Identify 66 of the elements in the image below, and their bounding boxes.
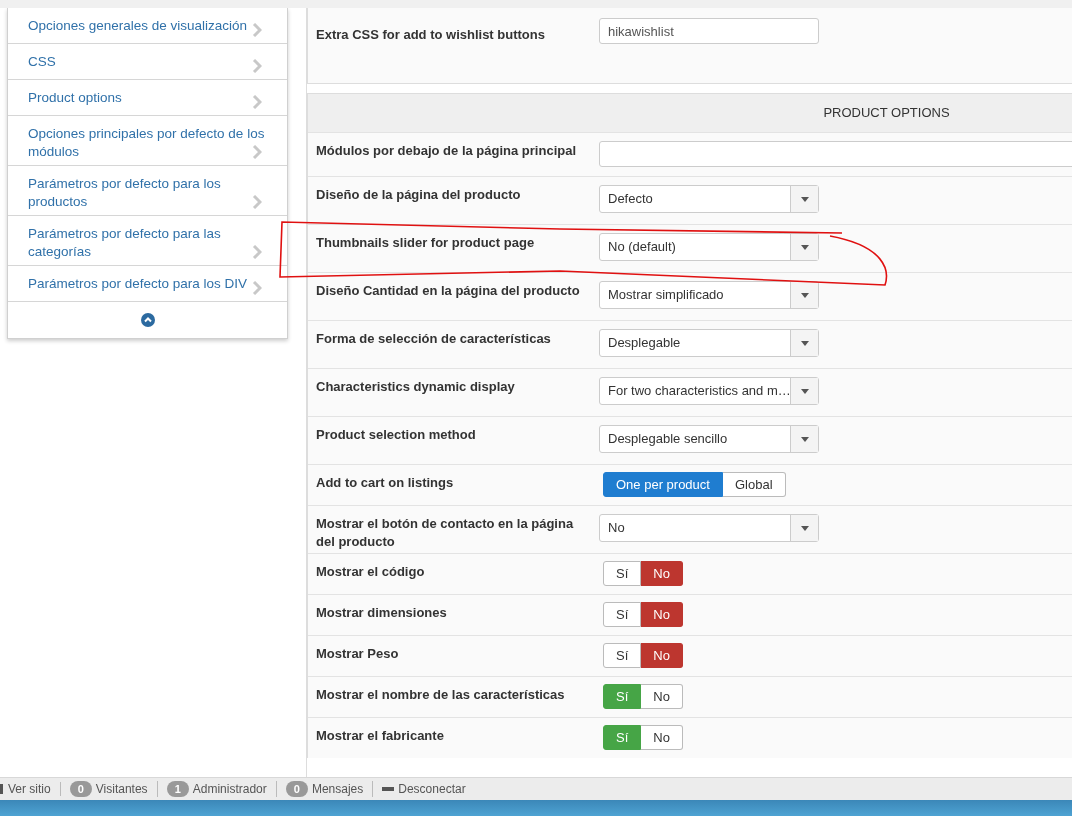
dropdown[interactable]: Mostrar simplificado	[599, 281, 819, 309]
setting-label: Forma de selección de características	[315, 330, 552, 348]
dropdown[interactable]: No (default)	[599, 233, 819, 261]
setting-label: Diseño Cantidad en la página del producto	[315, 282, 581, 300]
chevron-icon	[252, 195, 262, 209]
sidebar-item[interactable]: Opciones principales por defecto de los módulos	[8, 116, 287, 166]
toggle-option[interactable]: Sí	[603, 561, 642, 586]
setting-label: Mostrar el nombre de las características	[315, 686, 566, 704]
status-link[interactable]: Visitantes	[95, 782, 148, 796]
setting-label: Characteristics dynamic display	[315, 378, 516, 396]
minus-icon	[382, 787, 395, 791]
caret-icon	[800, 340, 809, 346]
count-badge: 1	[166, 781, 189, 797]
chevron-icon	[252, 145, 262, 159]
toggle-option[interactable]: No	[641, 725, 683, 750]
setting-label: Add to cart on listings	[315, 474, 455, 492]
chevron-icon	[252, 23, 262, 37]
toggle-option[interactable]: No	[641, 561, 683, 586]
toggle-option[interactable]: Sí	[603, 643, 642, 668]
input-field[interactable]	[599, 141, 1072, 167]
toggle-option[interactable]: No	[641, 602, 683, 627]
chevron-icon	[252, 59, 262, 73]
setting-label: Mostrar Peso	[315, 645, 400, 663]
chevron-icon	[252, 95, 262, 109]
setting-label: Módulos por debajo de la página principal	[315, 142, 578, 160]
caret-icon	[800, 388, 809, 394]
collapse-icon[interactable]	[140, 313, 155, 327]
setting-label: Mostrar dimensiones	[315, 604, 448, 622]
caret-icon	[800, 292, 809, 298]
setting-label: Extra CSS for add to wishlist buttons	[315, 26, 546, 44]
sidebar-item[interactable]: Product options	[8, 80, 287, 116]
toggle-option[interactable]: Sí	[603, 602, 642, 627]
section-title: PRODUCT OPTIONS	[823, 104, 950, 123]
caret-icon	[800, 244, 809, 250]
toggle-option[interactable]: One per product	[603, 472, 723, 497]
toggle-option[interactable]: Global	[722, 472, 786, 497]
input-field[interactable]: hikawishlist	[599, 18, 819, 44]
dropdown[interactable]: Defecto	[599, 185, 819, 213]
caret-icon	[800, 436, 809, 442]
caret-icon	[800, 196, 809, 202]
dropdown[interactable]: For two characteristics and m…	[599, 377, 819, 405]
sidebar-item[interactable]: Parámetros por defecto para los productos	[8, 166, 287, 216]
status-link[interactable]: Ver sitio	[8, 782, 51, 796]
setting-label: Mostrar el botón de contacto en la página del producto	[315, 515, 575, 551]
sidebar-item[interactable]: Parámetros por defecto para los DIV	[8, 266, 287, 302]
setting-label: Thumbnails slider for product page	[315, 234, 536, 252]
toggle-option[interactable]: No	[641, 684, 683, 709]
status-link[interactable]: Administrador	[192, 782, 267, 796]
setting-label: Product selection method	[315, 426, 477, 444]
count-badge: 0	[69, 781, 92, 797]
dropdown[interactable]: Desplegable sencillo	[599, 425, 819, 453]
toggle-option[interactable]: No	[641, 643, 683, 668]
sidebar-item[interactable]: CSS	[8, 44, 287, 80]
setting-label: Mostrar el código	[315, 563, 426, 581]
chevron-icon	[252, 281, 262, 295]
caret-icon	[800, 525, 809, 531]
setting-label: Mostrar el fabricante	[315, 727, 445, 745]
setting-label: Diseño de la página del producto	[315, 186, 522, 204]
dropdown[interactable]: No	[599, 514, 819, 542]
dropdown[interactable]: Desplegable	[599, 329, 819, 357]
status-link[interactable]: Desconectar	[398, 782, 466, 796]
status-link[interactable]: Mensajes	[311, 782, 364, 796]
sidebar-item[interactable]: Opciones generales de visualización	[8, 8, 287, 44]
chevron-icon	[252, 245, 262, 259]
sidebar-item[interactable]: Parámetros por defecto para las categorías	[8, 216, 287, 266]
count-badge: 0	[285, 781, 308, 797]
